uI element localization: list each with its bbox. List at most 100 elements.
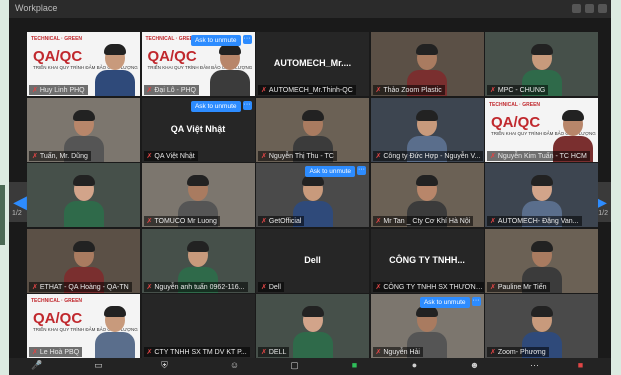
video-tile[interactable]: ✗ Tuấn, Mr. Dũng xyxy=(27,97,140,162)
video-tile[interactable]: ✗ Công ty Đức Hợp - Nguyễn V... xyxy=(370,97,484,162)
video-tile[interactable]: ✗ TOMUCO Mr Luong xyxy=(141,163,255,227)
more-icon[interactable]: ⋯ xyxy=(529,360,540,371)
share-screen-icon[interactable]: ■ xyxy=(349,360,360,371)
muted-mic-icon: ✗ xyxy=(375,152,382,160)
maximize-icon[interactable] xyxy=(585,4,594,13)
participant-name-label: ✗ DELL xyxy=(258,347,290,357)
minimize-icon[interactable] xyxy=(572,4,581,13)
video-tile[interactable]: ✗ ETHAT - QA Hoàng - QA-TN xyxy=(27,228,140,293)
participant-name: MPC - CHUNG xyxy=(497,87,546,94)
participant-video xyxy=(95,306,136,358)
banner-title: QA/QC xyxy=(33,310,83,327)
banner-title: QA/QC xyxy=(147,48,197,65)
participant-name-label: ✗ GetOfficial xyxy=(258,216,305,226)
video-tile[interactable]: AUTOMECH_Mr.... ✗ AUTOMECH_Mr.Thinh-QC xyxy=(256,32,369,96)
ask-to-unmute-button[interactable]: Ask to unmute xyxy=(305,166,355,177)
video-tile[interactable]: Ask to unmute ··· ✗ GetOfficial xyxy=(256,163,369,227)
participant-name: AUTOMECH- Đặng Van... xyxy=(497,218,579,225)
video-tile[interactable]: ✗ Zoom- Phương xyxy=(485,294,598,358)
video-tile[interactable]: TECHNICAL · GREEN QA/QC TRIỂN KHAI QUY TRÌ… xyxy=(27,32,140,96)
participant-name-label: ✗ Đại Lô - PHQ xyxy=(143,85,199,95)
video-tile[interactable]: ✗ Nguyễn Thị Thu - TC xyxy=(256,97,369,162)
participant-name-label: ✗ AUTOMECH_Mr.Thinh-QC xyxy=(258,85,356,95)
video-tile[interactable]: CÔNG TY TNHH... ✗ CÔNG TY TNHH SX THƯƠNG .… xyxy=(370,228,484,293)
participant-name-label: ✗ Pauline Mr Tiến xyxy=(487,281,550,292)
banner-logo: TECHNICAL · GREEN xyxy=(145,36,197,42)
muted-mic-icon: ✗ xyxy=(32,283,38,291)
participant-display-name: Dell xyxy=(304,254,321,265)
video-tile[interactable]: QA Việt Nhật Ask to unmute ··· ✗ QA Việt Nhậ… xyxy=(141,97,255,162)
participant-name-label: ✗ Nguyễn Thị Thu - TC xyxy=(258,150,337,161)
close-icon[interactable] xyxy=(598,4,607,13)
banner-title: QA/QC xyxy=(33,48,83,65)
banner-logo: TECHNICAL · GREEN xyxy=(31,298,83,304)
participant-name: Mr Tan _ Cty Cơ Khí Hà Nội xyxy=(383,218,471,225)
participant-name: DELL xyxy=(268,349,287,356)
muted-mic-icon: ✗ xyxy=(146,283,153,291)
participant-name: Pauline Mr Tiến xyxy=(497,283,547,291)
participant-name-label: ✗ Thảo Zoom Plastic xyxy=(372,85,445,95)
participant-name: Đại Lô - PHQ xyxy=(154,87,196,94)
muted-mic-icon: ✗ xyxy=(32,349,38,356)
ask-to-unmute-button[interactable]: Ask to unmute xyxy=(190,35,241,46)
video-tile[interactable]: ✗ Nguyễn anh tuấn 0962-116... xyxy=(141,228,255,293)
video-tile[interactable]: ✗ Thảo Zoom Plastic xyxy=(370,32,484,96)
participant-name-label: ✗ Nguyễn anh tuấn 0962-116... xyxy=(143,281,248,292)
participant-video xyxy=(209,44,250,96)
video-tile[interactable]: Dell ✗ Dell xyxy=(256,228,369,293)
participant-name-label: ✗ MPC - CHUNG xyxy=(487,85,549,95)
participant-name-label: ✗ Công ty Đức Hợp - Nguyễn V... xyxy=(372,150,484,161)
video-tile[interactable]: ✗ MPC - CHUNG xyxy=(485,32,598,96)
chat-icon[interactable]: ▢ xyxy=(289,360,300,371)
more-options-button[interactable]: ··· xyxy=(242,100,252,110)
participant-name: TOMUCO Mr Luong xyxy=(154,218,217,225)
video-icon[interactable]: ▭ xyxy=(93,360,104,371)
more-options-button[interactable]: ··· xyxy=(242,35,252,44)
video-tile[interactable] xyxy=(27,163,140,227)
video-tile[interactable]: ✗ Mr Tan _ Cty Cơ Khí Hà Nội xyxy=(370,163,484,227)
participant-name: Công ty Đức Hợp - Nguyễn V... xyxy=(383,152,481,160)
security-icon[interactable]: ⛨ xyxy=(159,360,170,371)
participant-name: Le Hoà PBQ xyxy=(39,349,80,356)
muted-mic-icon: ✗ xyxy=(375,87,382,94)
participant-name: Huy Linh PHQ xyxy=(39,87,85,94)
video-tile[interactable]: ✗ Pauline Mr Tiến xyxy=(485,228,598,293)
reactions-icon[interactable]: ☻ xyxy=(469,360,480,371)
muted-mic-icon: ✗ xyxy=(490,152,496,160)
participant-name: Dell xyxy=(268,283,281,291)
participant-name: Nguyễn Thị Thu - TC xyxy=(268,152,334,160)
page-indicator-right: 1/2 xyxy=(598,210,608,217)
leave-icon[interactable]: ■ xyxy=(575,360,586,371)
video-tile[interactable]: TECHNICAL · GREEN QA/QC TRIỂN KHAI QUY TRÌ… xyxy=(485,97,598,162)
participant-name: Nguyễn Hải xyxy=(383,349,420,356)
ask-to-unmute-button[interactable]: Ask to unmute xyxy=(190,100,241,112)
participant-name-label: ✗ AUTOMECH- Đặng Van... xyxy=(487,216,582,226)
muted-mic-icon: ✗ xyxy=(375,349,382,356)
muted-mic-icon: ✗ xyxy=(261,283,267,291)
muted-mic-icon: ✗ xyxy=(490,349,496,356)
participants-icon[interactable]: ☺ xyxy=(229,360,240,371)
participant-name-label: ✗ QA Việt Nhật xyxy=(143,150,198,161)
participant-name-label: ✗ Nguyễn Kim Tuấn - TC HCM xyxy=(487,150,590,161)
mute-icon[interactable]: 🎤 xyxy=(31,360,42,371)
video-tile[interactable]: ✗ CTY TNHH SX TM DV KT P... xyxy=(141,294,255,358)
video-tile[interactable]: TECHNICAL · GREEN QA/QC TRIỂN KHAI QUY TRÌ… xyxy=(27,294,140,358)
participant-name: CTY TNHH SX TM DV KT P... xyxy=(154,349,247,356)
muted-mic-icon: ✗ xyxy=(490,218,496,225)
more-options-button[interactable]: ··· xyxy=(471,297,481,306)
meeting-toolbar: 🎤 ▭ ⛨ ☺ ▢ ■ ● ☻ ⋯ ■ xyxy=(9,358,611,375)
participant-name: AUTOMECH_Mr.Thinh-QC xyxy=(268,87,353,94)
participant-display-name: QA Việt Nhật xyxy=(170,123,226,134)
participant-name-label: ✗ Zoom- Phương xyxy=(487,347,549,357)
participant-name: Nguyễn anh tuấn 0962-116... xyxy=(154,283,245,291)
video-tile[interactable]: TECHNICAL · GREEN QA/QC TRIỂN KHAI QUY TRÌ… xyxy=(141,32,255,96)
participant-video xyxy=(95,44,136,96)
more-options-button[interactable]: ··· xyxy=(357,166,366,175)
ask-to-unmute-button[interactable]: Ask to unmute xyxy=(419,297,470,308)
participant-video xyxy=(63,175,104,227)
record-icon[interactable]: ● xyxy=(409,360,420,371)
video-tile[interactable]: ✗ AUTOMECH- Đặng Van... xyxy=(485,163,598,227)
video-tile[interactable]: Ask to unmute ··· ✗ Nguyễn Hải xyxy=(370,294,484,358)
video-tile[interactable]: ✗ DELL xyxy=(256,294,369,358)
participant-name: Zoom- Phương xyxy=(497,349,546,356)
